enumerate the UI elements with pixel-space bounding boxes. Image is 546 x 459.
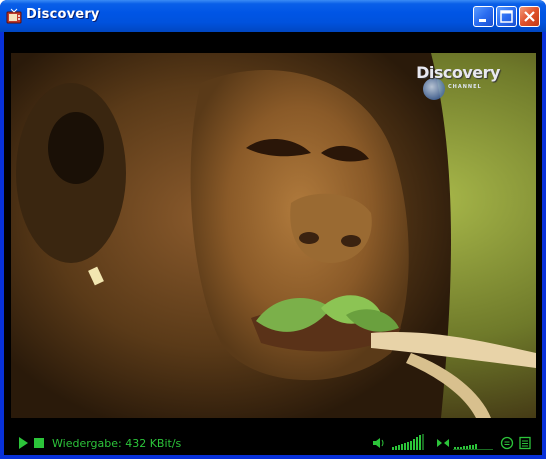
- video-image: [11, 53, 536, 418]
- maximize-button[interactable]: [496, 6, 517, 27]
- title-bar[interactable]: Discovery: [0, 0, 546, 32]
- close-icon: [524, 11, 535, 22]
- volume-meter-icon[interactable]: [392, 433, 428, 451]
- minimize-icon: [479, 19, 486, 22]
- stop-icon[interactable]: [32, 436, 46, 450]
- player-area: Discovery CHANNEL Wiedergabe: 432 KBit/s: [4, 32, 542, 455]
- playback-status: Wiedergabe: 432 KBit/s: [52, 437, 182, 450]
- app-window: Discovery Discovery CHANNEL Wiedergabe: …: [0, 0, 546, 459]
- speaker-icon[interactable]: [372, 436, 386, 450]
- chat-icon[interactable]: [500, 436, 514, 450]
- control-bar: Wiedergabe: 432 KBit/s: [4, 430, 542, 455]
- channel-logo: Discovery CHANNEL: [410, 63, 506, 103]
- close-button[interactable]: [519, 6, 540, 27]
- channel-logo-text: Discovery: [416, 63, 500, 82]
- video-frame[interactable]: Discovery CHANNEL: [11, 53, 536, 418]
- playlist-icon[interactable]: [518, 436, 532, 450]
- minimize-button[interactable]: [473, 6, 494, 27]
- balance-icon[interactable]: [436, 436, 450, 450]
- window-title: Discovery: [26, 7, 100, 22]
- maximize-icon: [500, 10, 513, 23]
- play-icon[interactable]: [16, 436, 30, 450]
- app-icon[interactable]: [6, 8, 22, 24]
- channel-logo-subtext: CHANNEL: [448, 84, 482, 90]
- equalizer-icon[interactable]: [453, 433, 493, 451]
